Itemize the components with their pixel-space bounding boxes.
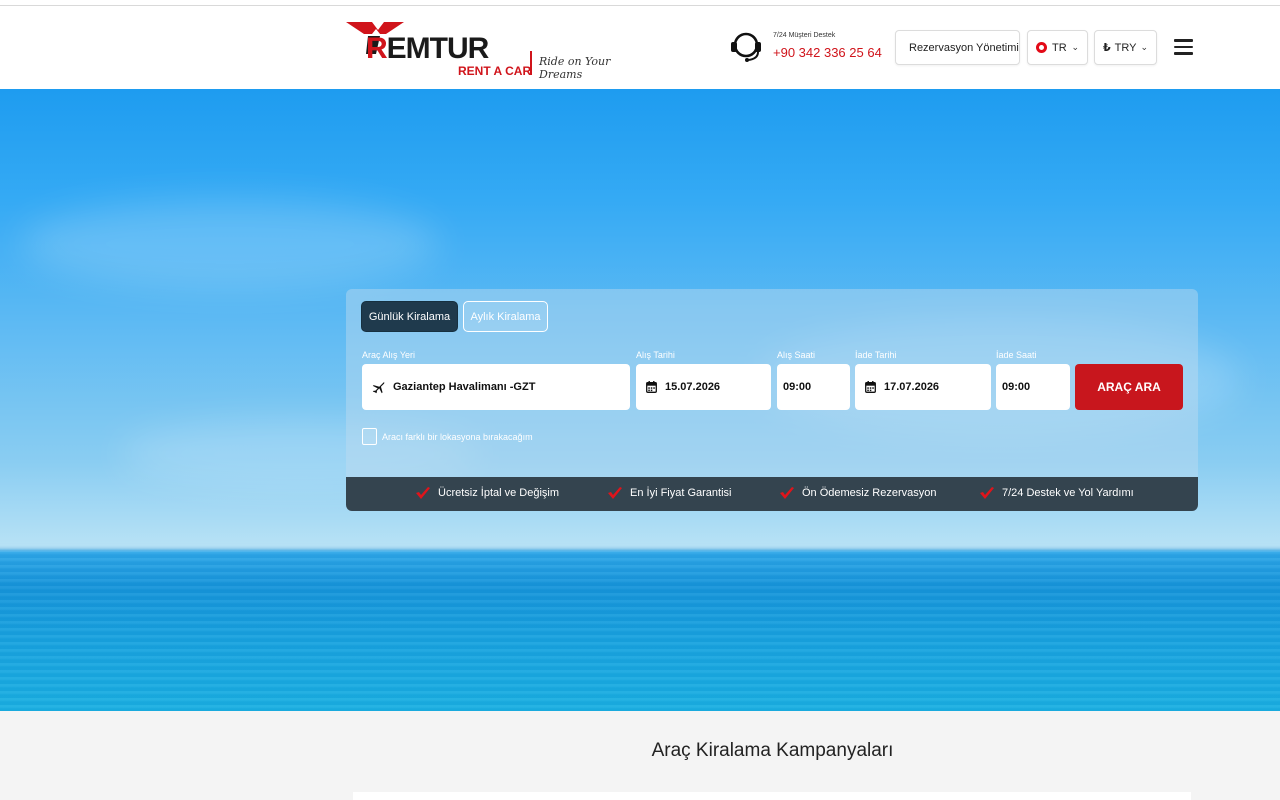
return-date-label: İade Tarihi bbox=[855, 350, 897, 360]
campaigns-container bbox=[353, 792, 1191, 800]
chevron-down-icon: ⌄ bbox=[1071, 42, 1079, 52]
logo-wordmark-r: R bbox=[366, 32, 388, 65]
feature-item: En İyi Fiyat Garantisi bbox=[608, 487, 731, 499]
hero-banner: Günlük Kiralama Aylık Kiralama Araç Alış… bbox=[0, 89, 1280, 711]
return-date-value: 17.07.2026 bbox=[884, 381, 940, 393]
pickup-date-value: 15.07.2026 bbox=[665, 381, 721, 393]
pickup-time-label: Alış Saati bbox=[777, 350, 816, 360]
currency-value: TRY bbox=[1114, 41, 1137, 54]
return-time-input[interactable]: 09:00 bbox=[996, 364, 1070, 410]
pickup-location-input[interactable]: Gaziantep Havalimanı -GZT bbox=[362, 364, 630, 410]
site-logo[interactable]: REMTUR RENT A CAR Ride on Your Dreams bbox=[346, 20, 636, 82]
support-label: 7/24 Müşteri Destek bbox=[773, 32, 836, 39]
site-header: REMTUR RENT A CAR Ride on Your Dreams 7/… bbox=[0, 6, 1280, 89]
customer-support[interactable]: 7/24 Müşteri Destek +90 342 336 25 64 bbox=[728, 26, 888, 70]
campaigns-heading: Araç Kiralama Kampanyaları bbox=[651, 740, 894, 761]
pickup-date-label: Alış Tarihi bbox=[636, 350, 675, 360]
lira-icon: ₺ bbox=[1103, 42, 1111, 54]
currency-select[interactable]: ₺ TRY ⌄ bbox=[1094, 30, 1157, 65]
language-value: TR bbox=[1052, 41, 1067, 54]
airplane-icon bbox=[372, 381, 385, 394]
booking-panel: Günlük Kiralama Aylık Kiralama Araç Alış… bbox=[346, 289, 1198, 511]
menu-hamburger-icon[interactable] bbox=[1174, 39, 1193, 55]
checkmark-icon bbox=[608, 487, 622, 499]
different-location-label: Aracı farklı bir lokasyona bırakacağım bbox=[382, 432, 533, 442]
reservation-management-button[interactable]: Rezervasyon Yönetimi bbox=[895, 30, 1020, 65]
language-select[interactable]: TR ⌄ bbox=[1027, 30, 1088, 65]
tab-monthly-rental[interactable]: Aylık Kiralama bbox=[463, 301, 548, 332]
cloud-decoration bbox=[20, 199, 440, 289]
feature-label: Ücretsiz İptal ve Değişim bbox=[438, 487, 560, 499]
different-location-checkbox[interactable] bbox=[362, 428, 377, 445]
chevron-down-icon: ⌄ bbox=[1140, 42, 1148, 52]
checkmark-icon bbox=[780, 487, 794, 499]
pickup-date-input[interactable]: 15.07.2026 bbox=[636, 364, 771, 410]
logo-wordmark: REMTUR bbox=[366, 32, 490, 66]
search-car-button[interactable]: ARAÇ ARA bbox=[1075, 364, 1183, 410]
feature-label: Ön Ödemesiz Rezervasyon bbox=[802, 487, 937, 499]
reservation-management-label: Rezervasyon Yönetimi bbox=[909, 41, 1019, 54]
feature-item: 7/24 Destek ve Yol Yardımı bbox=[980, 487, 1134, 499]
calendar-icon bbox=[646, 381, 657, 393]
feature-item: Ücretsiz İptal ve Değişim bbox=[416, 487, 559, 499]
return-time-value: 09:00 bbox=[1002, 381, 1031, 393]
return-date-input[interactable]: 17.07.2026 bbox=[855, 364, 991, 410]
tab-daily-rental[interactable]: Günlük Kiralama bbox=[361, 301, 458, 332]
headset-icon bbox=[731, 32, 761, 62]
turkey-flag-icon bbox=[1036, 42, 1047, 53]
feature-label: En İyi Fiyat Garantisi bbox=[630, 487, 732, 499]
logo-divider bbox=[530, 51, 532, 75]
logo-wordmark-rest: EMTUR bbox=[386, 32, 490, 65]
pickup-time-input[interactable]: 09:00 bbox=[777, 364, 850, 410]
feature-label: 7/24 Destek ve Yol Yardımı bbox=[1002, 487, 1134, 499]
support-phone[interactable]: +90 342 336 25 64 bbox=[773, 45, 882, 60]
checkmark-icon bbox=[980, 487, 994, 499]
feature-item: Ön Ödemesiz Rezervasyon bbox=[780, 487, 937, 499]
pickup-location-label: Araç Alış Yeri bbox=[362, 350, 416, 360]
return-time-label: İade Saati bbox=[996, 350, 1037, 360]
calendar-icon bbox=[865, 381, 876, 393]
pickup-time-value: 09:00 bbox=[783, 381, 812, 393]
logo-subtitle: RENT A CAR bbox=[458, 64, 532, 78]
features-bar: Ücretsiz İptal ve Değişim En İyi Fiyat G… bbox=[346, 477, 1198, 511]
logo-slogan: Ride on Your Dreams bbox=[539, 55, 611, 81]
pickup-location-value: Gaziantep Havalimanı -GZT bbox=[393, 381, 536, 393]
checkmark-icon bbox=[416, 487, 430, 499]
